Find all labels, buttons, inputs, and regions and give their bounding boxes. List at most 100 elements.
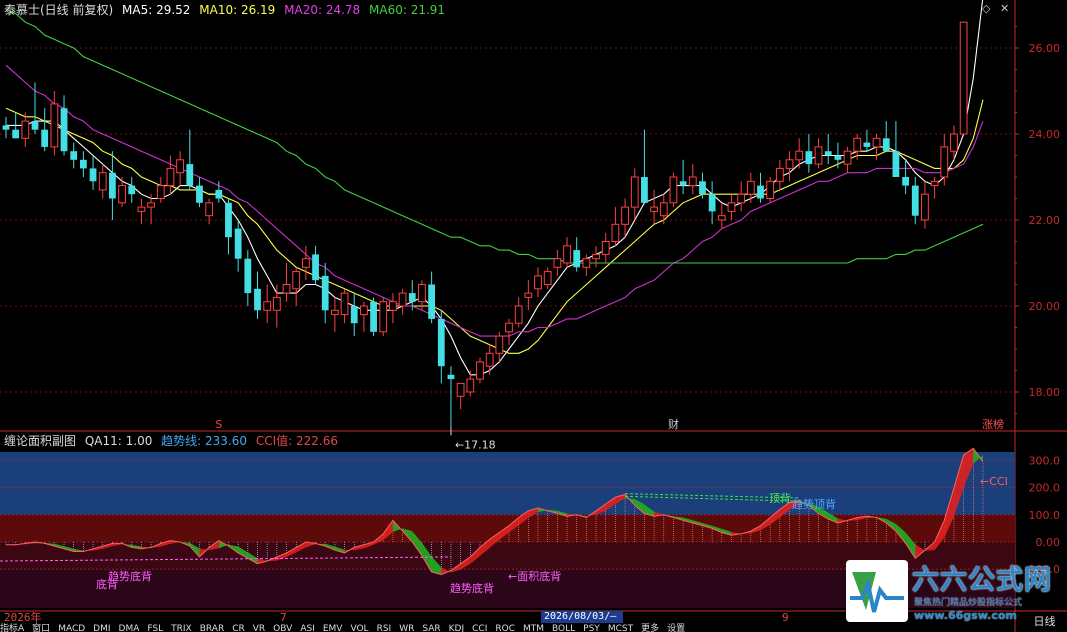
candle-up (398, 292, 407, 307)
price-tick-label: 26.00 (1029, 42, 1061, 55)
candle-up (495, 335, 504, 354)
candle-up (921, 193, 929, 221)
candle-up (534, 275, 542, 290)
indicator-tab[interactable]: BRAR (200, 623, 224, 632)
candle-down (805, 151, 813, 165)
candle-down (312, 254, 319, 281)
candle-up (282, 284, 291, 294)
indicator-tab[interactable]: CR (232, 623, 245, 632)
candle-up (563, 245, 571, 264)
candle-up (659, 202, 668, 217)
candle-up (785, 159, 794, 169)
candle-up (21, 120, 30, 139)
indicator-tab[interactable]: 指标A (0, 623, 24, 632)
indicator-tab[interactable]: BOLL (552, 623, 575, 632)
site-watermark: 六六公式网 聚焦热门精品炒股指标公式 www.66gsw.com (846, 556, 1067, 626)
candle-down (863, 142, 871, 147)
indicator-tab[interactable]: VR (253, 623, 265, 632)
indicator-tab[interactable]: MTM (523, 623, 544, 632)
marker-s: S (215, 418, 222, 431)
sub-tick-label: 200.0 (1029, 482, 1061, 495)
candle-up (621, 206, 629, 225)
candle-down (70, 151, 78, 160)
candle-down (757, 185, 764, 199)
ma10-value: MA10: 26.19 (199, 3, 276, 17)
candle-up (147, 202, 155, 208)
indicator-tab[interactable]: SAR (422, 623, 440, 632)
indicator-tab[interactable]: FSL (147, 623, 163, 632)
candle-up (476, 361, 484, 380)
candle-down (12, 129, 20, 139)
indicator-tab[interactable]: DMI (93, 623, 110, 632)
date-month-7: 7 (280, 611, 287, 624)
indicator-tab[interactable]: 窗口 (32, 623, 50, 632)
trend-value: 趋势线: 233.60 (161, 434, 248, 448)
indicator-tab[interactable]: TRIX (171, 623, 192, 632)
watermark-title: 六六公式网 (912, 565, 1052, 596)
indicator-tab[interactable]: RSI (377, 623, 392, 632)
candle-up (872, 137, 881, 148)
price-tick-label: 18.00 (1029, 386, 1061, 399)
sub-tick-label: 0.00 (1036, 536, 1061, 549)
candle-up (418, 284, 426, 303)
indicator-title[interactable]: 缠论面积副图 (4, 434, 76, 448)
anno-bottom-1: 底背 (96, 577, 118, 591)
candle-down (892, 151, 900, 177)
anno-top: 顶背 (769, 491, 791, 505)
indicator-tab[interactable]: CCI (472, 623, 487, 632)
candle-up (340, 292, 349, 316)
stock-title[interactable]: 泰慕士(日线 前复权) (4, 3, 113, 17)
indicator-tab[interactable]: MACD (58, 623, 85, 632)
indicator-tab[interactable]: 更多 (641, 623, 659, 632)
indicator-tab[interactable]: WR (399, 623, 414, 632)
candle-down (408, 293, 416, 302)
candle-up (272, 296, 281, 311)
indicator-tab[interactable]: VOL (350, 623, 368, 632)
candle-up (959, 21, 968, 135)
band-overbought (0, 452, 1015, 515)
close-icon[interactable]: ✕ (1000, 2, 1009, 15)
candle-up (766, 180, 775, 200)
candle-up (137, 206, 146, 212)
candle-down (254, 288, 261, 311)
candle-down (79, 159, 87, 169)
sub-tick-label: 100.0 (1029, 509, 1061, 522)
candle-up (717, 215, 726, 221)
site-logo (846, 560, 908, 622)
candle-up (601, 241, 610, 255)
candle-up (669, 176, 678, 204)
indicator-tab[interactable]: EMV (323, 623, 343, 632)
chart-canvas[interactable]: 34.0032.0030.0028.0026.0024.0022.0020.00… (0, 0, 1067, 632)
indicator-tab[interactable]: OBV (273, 623, 292, 632)
candle-down (882, 138, 890, 152)
marker-zhangbang: 涨榜 (982, 417, 1004, 431)
kline-chart-window[interactable]: 34.0032.0030.0028.0026.0024.0022.0020.00… (0, 0, 1067, 632)
indicator-tab[interactable]: MCST (608, 623, 633, 632)
ma60-value: MA60: 21.91 (369, 3, 446, 17)
marker-cai: 财 (668, 417, 679, 431)
indicator-tab[interactable]: 设置 (667, 623, 685, 632)
candle-up (514, 305, 523, 324)
indicator-tab[interactable]: KDJ (449, 623, 465, 632)
candle-up (205, 202, 214, 217)
candle-up (524, 292, 533, 298)
candle-up (292, 271, 301, 290)
sub-tick-label: 300.0 (1029, 454, 1061, 467)
candle-down (437, 318, 445, 367)
candle-up (156, 185, 165, 200)
candle-down (89, 168, 97, 182)
candle-down (447, 374, 455, 380)
indicator-tab[interactable]: ROC (495, 623, 515, 632)
diamond-icon[interactable]: ◇ (982, 2, 990, 15)
indicator-tab[interactable]: PSY (583, 623, 600, 632)
cci-value: CCI值: 222.66 (255, 434, 339, 448)
candle-up (466, 378, 475, 393)
indicator-tab[interactable]: ASI (300, 623, 315, 632)
candle-down (428, 284, 436, 319)
indicator-tab[interactable]: DMA (119, 623, 140, 632)
candle-down (215, 189, 223, 199)
candle-down (573, 250, 581, 268)
candle-up (950, 133, 958, 152)
candle-down (31, 121, 39, 130)
candle-down (186, 164, 194, 186)
